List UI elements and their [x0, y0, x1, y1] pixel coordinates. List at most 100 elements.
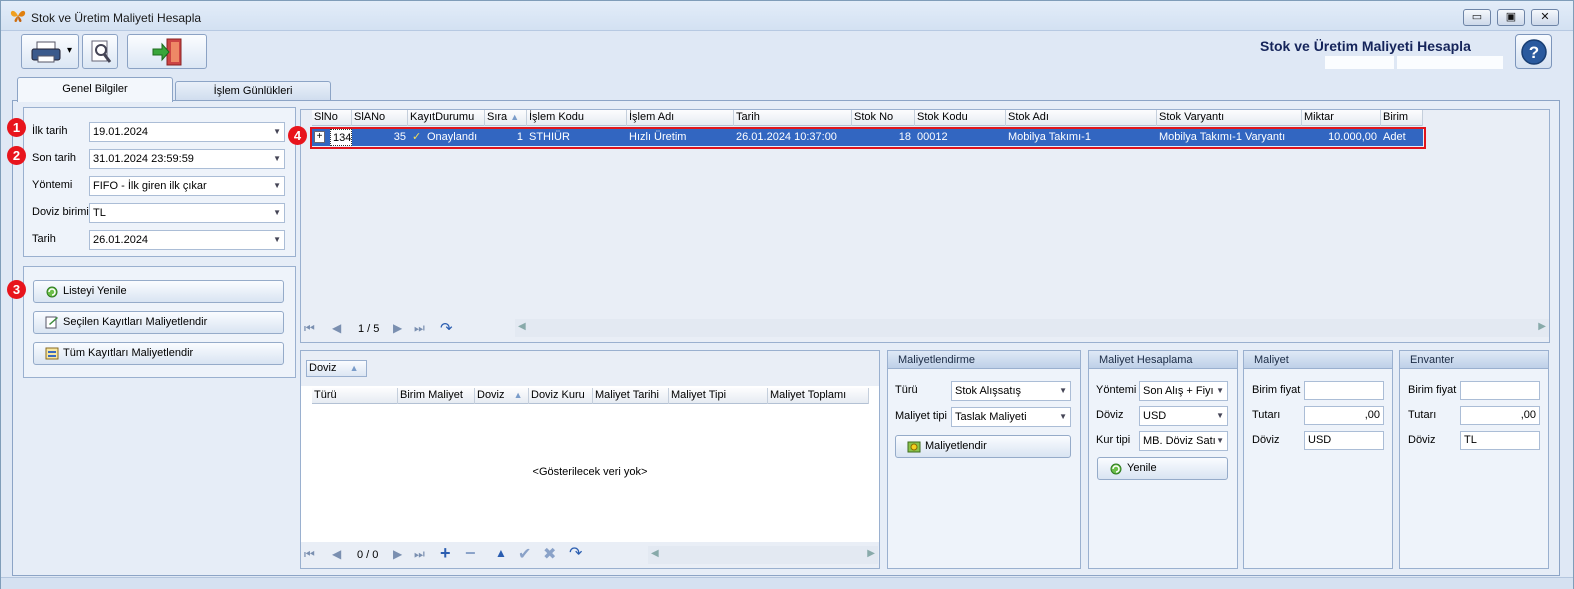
records-icon — [45, 347, 59, 360]
print-preview-button[interactable] — [82, 34, 118, 69]
column-header[interactable]: Birim — [1381, 110, 1423, 126]
refresh-page-icon[interactable]: ↷ — [440, 319, 453, 337]
highlight-box — [310, 127, 1426, 149]
last-record-icon[interactable]: ⏭ — [414, 547, 425, 562]
doviz-birimi-select[interactable]: TL ▼ — [89, 203, 285, 223]
maliyet-birim-fiyat-field[interactable] — [1304, 381, 1384, 400]
column-header[interactable]: Stok Varyantı — [1157, 110, 1302, 126]
cancel-icon[interactable]: ✖ — [543, 544, 556, 564]
first-page-icon[interactable]: ⏮ — [304, 321, 315, 336]
confirm-icon[interactable]: ✔ — [518, 544, 531, 564]
column-header-label: Sıra — [487, 111, 508, 123]
envanter-birim-fiyat-label: Birim fiyat — [1408, 384, 1457, 396]
envanter-title: Envanter — [1400, 351, 1548, 369]
next-record-icon[interactable]: ▶ — [393, 547, 402, 561]
horizontal-scrollbar[interactable]: ◀ ▶ — [515, 319, 1549, 337]
tab-content: İlk tarih 19.01.2024 ▼ Son tarih 31.01.20… — [12, 100, 1560, 576]
close-icon: ✕ — [1540, 11, 1550, 23]
sort-ascending-icon: ▲ — [513, 390, 523, 400]
delete-record-icon[interactable]: − — [465, 543, 476, 564]
column-header[interactable]: İşlem Adı — [627, 110, 734, 126]
envanter-doviz-field[interactable]: TL — [1460, 431, 1540, 450]
first-record-icon[interactable]: ⏮ — [304, 547, 315, 562]
column-header[interactable]: KayıtDurumu — [408, 110, 485, 126]
tab-islem-gunlukleri[interactable]: İşlem Günlükleri — [175, 81, 331, 101]
scroll-left-icon[interactable]: ◀ — [651, 548, 659, 559]
detail-horizontal-scrollbar[interactable]: ◀ ▶ — [648, 546, 878, 564]
tum-kayitlari-maliyetlendir-button[interactable]: Tüm Kayıtları Maliyetlendir — [33, 342, 284, 365]
move-up-icon[interactable]: ▲ — [495, 546, 507, 560]
column-header[interactable]: İşlem Kodu — [527, 110, 627, 126]
maximize-button[interactable]: ▣ — [1497, 9, 1525, 26]
add-record-icon[interactable]: + — [440, 543, 451, 564]
column-header[interactable]: Stok Adı — [1006, 110, 1157, 126]
column-header-sira[interactable]: Sıra ▲ — [485, 110, 527, 126]
column-header[interactable]: Birim Maliyet — [398, 388, 475, 404]
listeyi-yenile-button[interactable]: Listeyi Yenile — [33, 280, 284, 303]
ilk-tarih-date-picker[interactable]: 19.01.2024 ▼ — [89, 122, 285, 142]
yontemi-select[interactable]: FIFO - İlk giren ilk çıkar ▼ — [89, 176, 285, 196]
print-dropdown-icon[interactable]: ▾ — [67, 45, 72, 56]
annotation-badge-4: 4 — [288, 126, 307, 145]
maliyetlendir-button[interactable]: Maliyetlendir — [895, 435, 1071, 458]
hesaplama-yontemi-value: Son Alış + Fiyı — [1143, 385, 1214, 397]
prev-record-icon[interactable]: ◀ — [332, 547, 341, 561]
close-button[interactable]: ✕ — [1531, 9, 1559, 26]
print-button[interactable]: ▾ — [21, 34, 79, 69]
dropdown-arrow-icon: ▼ — [273, 181, 281, 190]
column-header[interactable]: Doviz Kuru — [529, 388, 593, 404]
detail-grid-header: Türü Birim Maliyet Doviz ▲ Doviz Kuru Ma… — [312, 388, 869, 404]
annotation-badge-2: 2 — [7, 146, 26, 165]
maliyet-doviz-field[interactable]: USD — [1304, 431, 1384, 450]
column-header[interactable]: Maliyet Tarihi — [593, 388, 669, 404]
main-window: Stok ve Üretim Maliyeti Hesapla ▭ ▣ ✕ ▾ … — [0, 0, 1574, 589]
exit-door-icon — [152, 38, 182, 66]
minimize-button[interactable]: ▭ — [1463, 9, 1491, 26]
column-header[interactable]: Tarih — [734, 110, 852, 126]
scroll-right-icon[interactable]: ▶ — [867, 548, 875, 559]
tab-genel-bilgiler[interactable]: Genel Bilgiler — [17, 77, 173, 102]
title-bar: Stok ve Üretim Maliyeti Hesapla ▭ ▣ ✕ — [1, 1, 1573, 31]
column-header-label: Doviz — [477, 389, 505, 401]
column-header[interactable]: SlANo — [352, 110, 408, 126]
scroll-left-icon[interactable]: ◀ — [518, 321, 526, 332]
yontemi-value: FIFO - İlk giren ilk çıkar — [93, 180, 207, 192]
envanter-tutari-field[interactable]: ,00 — [1460, 406, 1540, 425]
last-page-icon[interactable]: ⏭ — [414, 321, 425, 336]
group-by-doviz-chip[interactable]: Doviz ▲ — [306, 360, 367, 377]
column-header[interactable]: Türü — [312, 388, 398, 404]
column-header[interactable]: Maliyet Toplamı — [768, 388, 869, 404]
maliyet-tutari-label: Tutarı — [1252, 409, 1281, 421]
help-button[interactable]: ? — [1515, 34, 1552, 69]
exit-button[interactable] — [127, 34, 207, 69]
envanter-birim-fiyat-field[interactable] — [1460, 381, 1540, 400]
yenile-button[interactable]: Yenile — [1097, 457, 1228, 480]
prev-page-icon[interactable]: ◀ — [332, 321, 341, 335]
hesaplama-doviz-select[interactable]: USD ▼ — [1139, 406, 1228, 426]
maliyet-tipi-select[interactable]: Taslak Maliyeti ▼ — [951, 407, 1071, 427]
column-header[interactable]: Maliyet Tipi — [669, 388, 768, 404]
maliyet-tipi-label: Maliyet tipi — [895, 410, 947, 422]
column-header[interactable]: Miktar — [1302, 110, 1381, 126]
son-tarih-date-picker[interactable]: 31.01.2024 23:59:59 ▼ — [89, 149, 285, 169]
scroll-right-icon[interactable]: ▶ — [1538, 321, 1546, 332]
maliyet-panel: Maliyet Birim fiyat Tutarı ,00 Döviz USD — [1243, 350, 1393, 569]
hesaplama-yontemi-select[interactable]: Son Alış + Fiyı ▼ — [1139, 381, 1228, 401]
kur-tipi-select[interactable]: MB. Döviz Satı ▼ — [1139, 431, 1228, 451]
tarih-date-picker[interactable]: 26.01.2024 ▼ — [89, 230, 285, 250]
printer-icon — [31, 41, 61, 63]
secilen-kayitlari-maliyetlendir-button[interactable]: Seçilen Kayıtları Maliyetlendir — [33, 311, 284, 334]
maliyet-hesaplama-panel: Maliyet Hesaplama Yöntemi Son Alış + Fiy… — [1088, 350, 1238, 569]
column-header-doviz[interactable]: Doviz ▲ — [475, 388, 529, 404]
refresh-records-icon[interactable]: ↷ — [569, 543, 582, 563]
next-page-icon[interactable]: ▶ — [393, 321, 402, 335]
column-header[interactable]: Stok Kodu — [915, 110, 1006, 126]
turu-select[interactable]: Stok Alışsatış ▼ — [951, 381, 1071, 401]
turu-value: Stok Alışsatış — [955, 385, 1022, 397]
column-header[interactable]: SlNo — [312, 110, 352, 126]
column-header[interactable]: Stok No — [852, 110, 915, 126]
kur-tipi-value: MB. Döviz Satı — [1143, 435, 1216, 447]
son-tarih-value: 31.01.2024 23:59:59 — [93, 153, 194, 165]
maliyet-tutari-field[interactable]: ,00 — [1304, 406, 1384, 425]
dropdown-arrow-icon: ▼ — [1216, 436, 1224, 445]
